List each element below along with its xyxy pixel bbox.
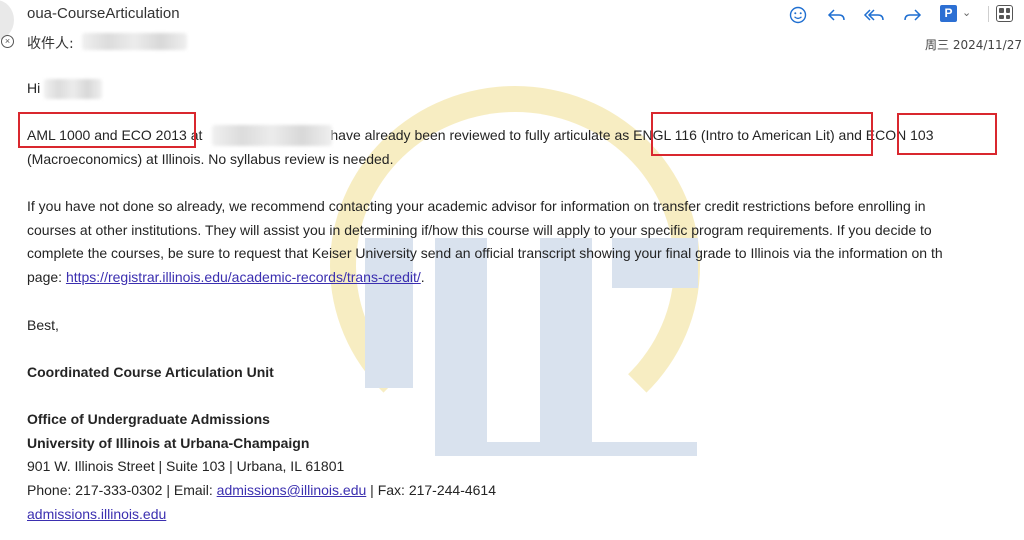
p-app-icon[interactable]: P [940,5,957,22]
recipient-label: 收件人: [27,36,74,52]
signature-contact: Phone: 217-333-0302 | Email: admissions@… [27,482,496,498]
forward-icon[interactable] [900,4,924,26]
website-link[interactable]: admissions.illinois.edu [27,506,166,522]
name-redacted [44,79,102,99]
school-redacted [212,125,332,146]
signature-address: 901 W. Illinois Street | Suite 103 | Urb… [27,458,345,474]
greeting: Hi [27,80,41,96]
closing: Best, [27,317,59,333]
sender-avatar[interactable] [0,0,14,40]
paragraph-2-line-2: courses at other institutions. They will… [27,222,932,238]
signature-office: Office of Undergraduate Admissions [27,411,270,427]
paragraph-2-line-1: If you have not done so already, we reco… [27,198,926,214]
paragraph-2-line-3: complete the courses, be sure to request… [27,245,943,261]
recipient-redacted [82,33,187,50]
paragraph-1-line-2: (Macroeconomics) at Illinois. No syllabu… [27,151,394,167]
sender-name: oua-CourseArticulation [27,5,180,22]
toolbar-divider [988,6,989,22]
highlight-box-course-codes [18,112,196,148]
highlight-box-engl [651,112,873,156]
emoji-icon[interactable] [786,4,810,26]
watermark-letter [435,238,487,456]
watermark-underline [435,442,697,456]
email-link[interactable]: admissions@illinois.edu [217,482,367,498]
reply-icon[interactable] [825,4,849,26]
chevron-down-icon[interactable]: ⌄ [962,6,971,19]
blocked-icon: × [1,35,14,48]
trans-credit-link[interactable]: https://registrar.illinois.edu/academic-… [66,269,421,285]
paragraph-2-line-4: page: https://registrar.illinois.edu/aca… [27,269,425,285]
sent-date: 周三 2024/11/27 [925,38,1022,52]
signature-website: admissions.illinois.edu [27,506,166,522]
watermark-letter [540,238,592,456]
apps-icon[interactable] [996,5,1013,22]
signature-unit: Coordinated Course Articulation Unit [27,364,274,380]
signature-university: University of Illinois at Urbana-Champai… [27,435,310,451]
reply-all-icon[interactable] [862,4,886,26]
highlight-box-econ [897,113,997,155]
